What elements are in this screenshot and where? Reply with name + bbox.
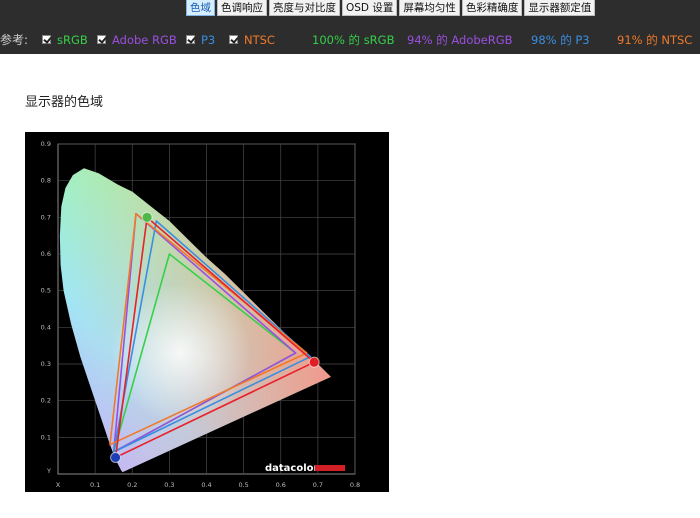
tab-5[interactable]: 色彩精确度 <box>461 0 523 16</box>
coverage-stat: 98% 的 P3 <box>531 33 590 47</box>
tab-4[interactable]: 屏幕均匀性 <box>399 0 460 16</box>
y-tick-label: 0.1 <box>41 433 51 441</box>
y-axis-label: Y <box>46 467 51 475</box>
reference-item-label: NTSC <box>244 33 275 47</box>
y-tick-label: 0.6 <box>41 250 51 258</box>
tab-2[interactable]: 亮度与对比度 <box>269 0 340 16</box>
top-toolbar: 色域 色调响应 亮度与对比度 OSD 设置 屏幕均匀性 色彩精确度 显示器额定值 参考: s… <box>0 0 700 54</box>
y-tick-label: 0.5 <box>41 287 51 295</box>
checkbox-ntsc[interactable] <box>229 35 238 44</box>
tab-6[interactable]: 显示器额定值 <box>524 0 596 16</box>
x-tick-label: 0.4 <box>201 481 211 489</box>
x-tick-label: 0.6 <box>276 481 286 489</box>
x-tick-label: 0.1 <box>90 481 100 489</box>
checkbox-srgb[interactable] <box>42 35 51 44</box>
tab-1[interactable]: 色调响应 <box>217 0 267 16</box>
x-tick-label: 0.3 <box>164 481 174 489</box>
reference-item-label: Adobe RGB <box>112 33 177 47</box>
reference-legend: 参考: sRGB Adobe RGB P3 NTSC 100% 的 sRGB 94% 的 … <box>0 30 700 50</box>
x-tick-label: 0.5 <box>238 481 248 489</box>
y-tick-label: 0.9 <box>41 140 51 148</box>
tab-bar: 色域 色调响应 亮度与对比度 OSD 设置 屏幕均匀性 色彩精确度 显示器额定值 <box>186 0 596 16</box>
x-tick-label: 0.7 <box>313 481 323 489</box>
x-tick-label: 0.8 <box>350 481 360 489</box>
y-tick-label: 0.3 <box>41 360 51 368</box>
tab-3[interactable]: OSD 设置 <box>342 0 398 16</box>
y-tick-label: 0.2 <box>41 397 51 405</box>
primary-marker <box>110 452 122 463</box>
reference-item-label: sRGB <box>57 33 88 47</box>
y-tick-label: 0.7 <box>41 213 51 221</box>
reference-label: 参考: <box>0 33 29 47</box>
gamut-chart: 0.1 0.2 0.3 0.4 0.5 0.6 0.7 0.8 0.1 0.2 0.3 0.4 0.5 0… <box>25 132 389 492</box>
x-tick-label: 0.2 <box>127 481 137 489</box>
x-axis-label: X <box>56 481 61 489</box>
coverage-stat: 91% 的 NTSC <box>617 33 693 47</box>
tab-0[interactable]: 色域 <box>186 0 215 16</box>
coverage-stat: 94% 的 AdobeRGB <box>407 33 513 47</box>
reference-item-label: P3 <box>201 33 216 47</box>
checkbox-p3[interactable] <box>186 35 195 44</box>
y-tick-label: 0.4 <box>41 323 51 331</box>
primary-marker <box>141 211 153 223</box>
datacolor-logo-bar <box>315 465 345 471</box>
checkbox-adobe-rgb[interactable] <box>97 35 106 44</box>
primary-marker <box>308 356 320 368</box>
section-title: 显示器的色域 <box>25 95 104 110</box>
gamut-chart-svg: 0.1 0.2 0.3 0.4 0.5 0.6 0.7 0.8 0.1 0.2 0.3 0.4 0.5 0… <box>41 140 361 489</box>
coverage-stat: 100% 的 sRGB <box>312 33 395 47</box>
datacolor-logo: datacolor <box>265 463 319 474</box>
y-tick-label: 0.8 <box>41 177 51 185</box>
